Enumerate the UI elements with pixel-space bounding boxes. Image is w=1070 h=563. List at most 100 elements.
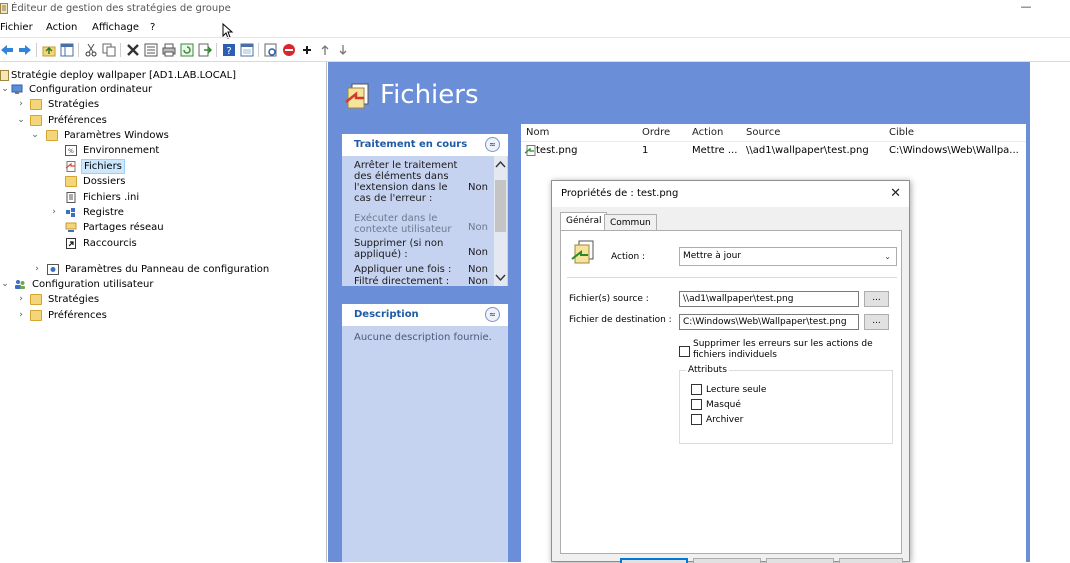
add-icon[interactable] bbox=[300, 43, 314, 57]
menu-help[interactable]: ? bbox=[150, 22, 155, 33]
toolbar: ? bbox=[0, 37, 1070, 62]
properties-icon[interactable] bbox=[144, 43, 158, 57]
processing-scrollbar[interactable] bbox=[494, 156, 507, 286]
delete-icon[interactable] bbox=[126, 43, 140, 57]
destination-label: Fichier de destination : bbox=[569, 315, 672, 325]
collapsed-chevron-icon[interactable]: › bbox=[16, 292, 26, 307]
control-panel-icon bbox=[47, 264, 59, 275]
folder-icon bbox=[65, 176, 77, 187]
cell-order: 1 bbox=[642, 145, 649, 156]
column-header-name[interactable]: Nom bbox=[526, 124, 549, 141]
back-arrow-icon[interactable] bbox=[0, 43, 14, 57]
toolbar-separator bbox=[120, 43, 121, 57]
toolbar-separator bbox=[78, 43, 79, 57]
tab-common[interactable]: Commun bbox=[604, 214, 657, 231]
files-icon bbox=[65, 161, 77, 172]
archive-checkbox[interactable] bbox=[691, 414, 702, 425]
cancel-button[interactable] bbox=[693, 558, 761, 563]
archive-label: Archiver bbox=[706, 415, 744, 425]
minimize-button[interactable]: — bbox=[1016, 0, 1036, 18]
cell-source: \\ad1\wallpaper\test.png bbox=[746, 145, 869, 156]
forward-arrow-icon[interactable] bbox=[18, 43, 32, 57]
page-title: Fichiers bbox=[380, 80, 479, 110]
destination-input[interactable]: C:\Windows\Web\Wallpaper\test.png bbox=[679, 314, 859, 330]
copy-icon[interactable] bbox=[102, 43, 116, 57]
expanded-chevron-icon[interactable]: ⌄ bbox=[0, 277, 10, 292]
menu-action[interactable]: Action bbox=[46, 22, 77, 33]
view-icon[interactable] bbox=[240, 43, 254, 57]
cell-name: test.png bbox=[536, 145, 578, 156]
folder-icon bbox=[30, 294, 42, 305]
show-tree-icon[interactable] bbox=[60, 43, 74, 57]
scroll-down-icon[interactable] bbox=[495, 274, 506, 282]
browse-source-button[interactable]: ... bbox=[864, 291, 889, 307]
setting-stop-on-error-value: Non bbox=[468, 182, 488, 193]
file-item-icon bbox=[524, 145, 536, 156]
collapsed-chevron-icon[interactable]: › bbox=[16, 97, 26, 112]
action-select[interactable]: Mettre à jour ⌄ bbox=[679, 247, 897, 266]
help-icon[interactable]: ? bbox=[222, 43, 236, 57]
collapsed-chevron-icon[interactable]: › bbox=[16, 308, 26, 323]
menu-affichage[interactable]: Affichage bbox=[92, 22, 139, 33]
close-icon[interactable]: ✕ bbox=[890, 186, 901, 201]
column-header-source[interactable]: Source bbox=[746, 124, 780, 141]
help-button[interactable] bbox=[839, 558, 903, 563]
refresh-icon[interactable] bbox=[180, 43, 194, 57]
tab-general[interactable]: Général bbox=[560, 212, 608, 231]
description-panel-title: Description bbox=[354, 309, 419, 320]
menu-fichier[interactable]: Fichier bbox=[0, 22, 33, 33]
setting-remove-value: Non bbox=[468, 247, 488, 258]
suppress-errors-checkbox[interactable] bbox=[679, 346, 690, 357]
move-down-icon[interactable] bbox=[336, 43, 350, 57]
properties-sheet-icon[interactable] bbox=[264, 43, 278, 57]
processing-panel-title: Traitement en cours bbox=[354, 139, 468, 150]
collapsed-chevron-icon[interactable]: › bbox=[32, 262, 42, 277]
files-header-icon bbox=[345, 83, 369, 109]
readonly-checkbox[interactable] bbox=[691, 384, 702, 395]
window-titlebar: Éditeur de gestion des stratégies de gro… bbox=[0, 0, 1070, 19]
scroll-up-icon[interactable] bbox=[495, 160, 506, 168]
collapse-icon[interactable]: ≈ bbox=[485, 137, 500, 152]
expanded-chevron-icon[interactable]: ⌄ bbox=[16, 113, 26, 128]
cut-icon[interactable] bbox=[84, 43, 98, 57]
environment-icon: % bbox=[65, 145, 77, 156]
hidden-checkbox[interactable] bbox=[691, 399, 702, 410]
collapse-icon[interactable]: ≈ bbox=[485, 307, 500, 322]
scrollbar-thumb[interactable] bbox=[495, 180, 506, 232]
print-icon[interactable] bbox=[162, 43, 176, 57]
header-divider bbox=[521, 141, 1026, 142]
source-input[interactable]: \\ad1\wallpaper\test.png bbox=[679, 291, 859, 307]
computer-icon bbox=[11, 84, 23, 95]
processing-panel-header[interactable]: Traitement en cours ≈ bbox=[342, 134, 508, 156]
expanded-chevron-icon[interactable]: ⌄ bbox=[30, 128, 40, 143]
export-icon[interactable] bbox=[198, 43, 212, 57]
folder-icon bbox=[30, 99, 42, 110]
attributes-group-label: Attributs bbox=[686, 365, 729, 375]
action-files-icon bbox=[571, 240, 594, 264]
apply-button[interactable] bbox=[766, 558, 834, 563]
source-label: Fichier(s) source : bbox=[569, 294, 649, 304]
expanded-chevron-icon[interactable]: ⌄ bbox=[0, 82, 10, 97]
column-header-order[interactable]: Ordre bbox=[642, 124, 670, 141]
folder-icon bbox=[30, 310, 42, 321]
browse-destination-button[interactable]: ... bbox=[864, 314, 889, 330]
readonly-label: Lecture seule bbox=[706, 385, 767, 395]
users-icon bbox=[14, 279, 26, 290]
action-select-value: Mettre à jour bbox=[683, 251, 742, 261]
ini-file-icon bbox=[65, 192, 77, 203]
description-panel-header[interactable]: Description ≈ bbox=[342, 304, 508, 326]
block-icon[interactable] bbox=[282, 43, 296, 57]
toolbar-separator bbox=[216, 43, 217, 57]
svg-text:?: ? bbox=[226, 46, 231, 57]
move-up-icon[interactable] bbox=[318, 43, 332, 57]
column-header-target[interactable]: Cible bbox=[889, 124, 914, 141]
column-header-action[interactable]: Action bbox=[692, 124, 723, 141]
collapsed-chevron-icon[interactable]: › bbox=[49, 205, 59, 220]
navigation-tree: Stratégie deploy wallpaper [AD1.LAB.LOCA… bbox=[0, 62, 327, 562]
ok-button[interactable] bbox=[620, 558, 688, 563]
description-text: Aucune description fournie. bbox=[354, 332, 492, 343]
suppress-errors-label: Supprimer les erreurs sur les actions de… bbox=[693, 339, 873, 360]
setting-filtered-value: Non bbox=[468, 276, 488, 286]
folder-up-icon[interactable] bbox=[42, 43, 56, 57]
cell-target: C:\Windows\Web\Wallpa... bbox=[889, 145, 1019, 156]
